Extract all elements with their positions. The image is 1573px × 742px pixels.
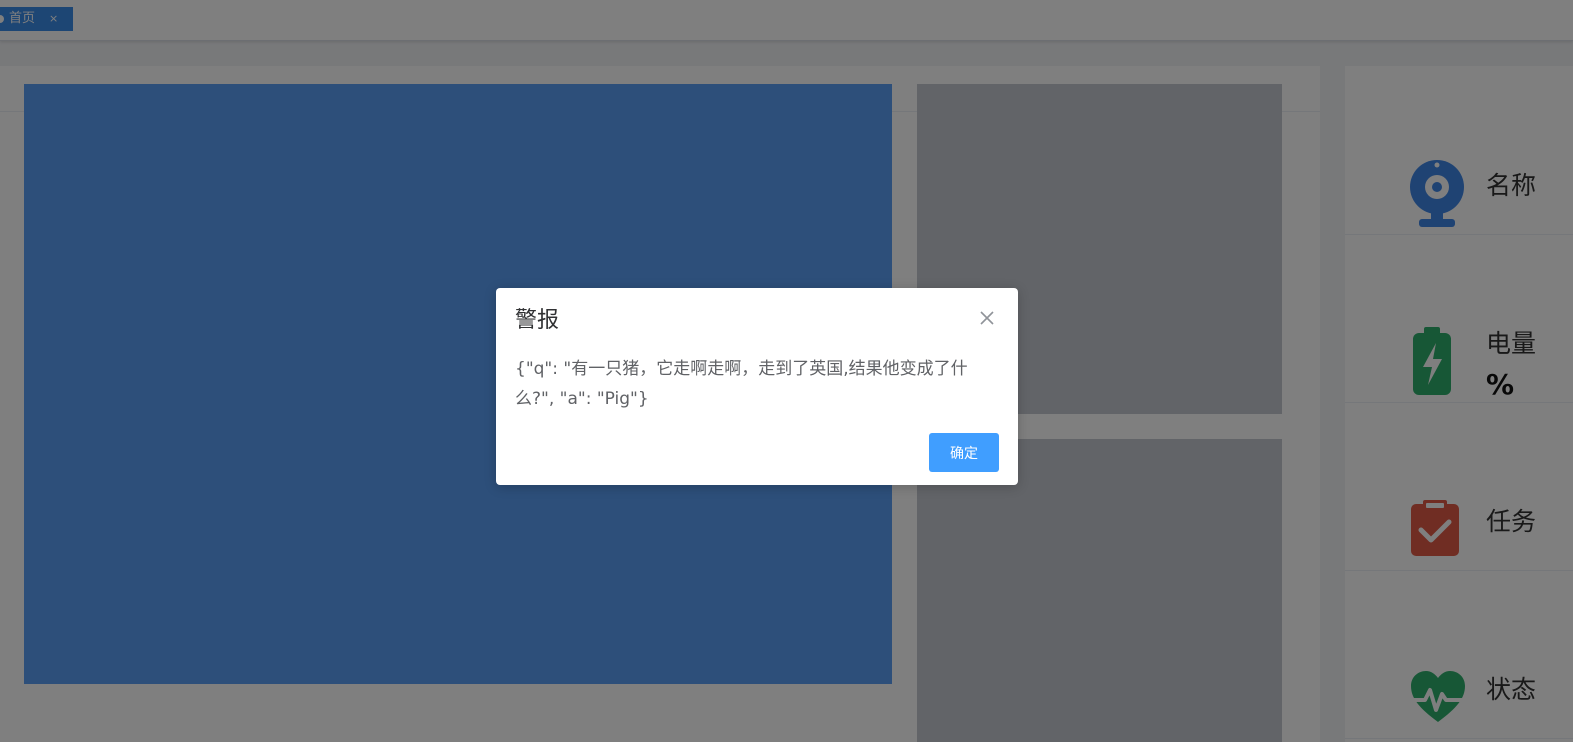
close-icon[interactable] bbox=[979, 310, 995, 326]
dialog-title: 警报 bbox=[515, 308, 560, 333]
alert-dialog: 警报 {"q": "有一只猪，它走啊走啊，走到了英国,结果他变成了什么?", "… bbox=[496, 288, 1018, 485]
confirm-button[interactable]: 确定 bbox=[929, 433, 999, 472]
app-page: 首页 × 名称 电量 % bbox=[0, 0, 1573, 742]
dialog-message: {"q": "有一只猪，它走啊走啊，走到了英国,结果他变成了什么?", "a":… bbox=[515, 359, 968, 409]
